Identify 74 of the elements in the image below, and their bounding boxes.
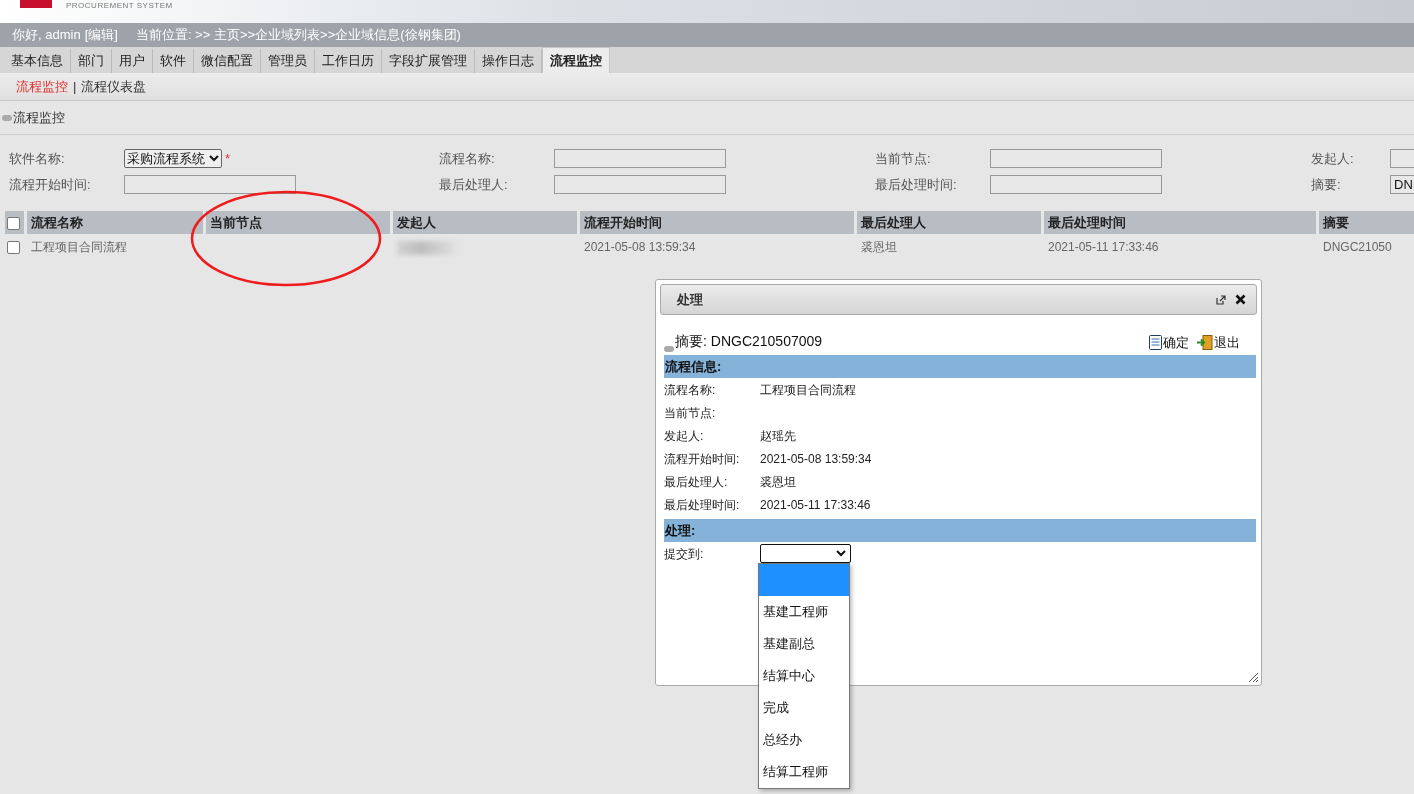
input-field[interactable]: DN bbox=[1390, 175, 1414, 194]
section-header: 处理: bbox=[664, 519, 1256, 542]
table-cell: DNGC21050 bbox=[1323, 240, 1392, 254]
section-header: 流程信息: bbox=[664, 355, 1256, 378]
table-cell: 裘恩坦 bbox=[861, 240, 897, 254]
field-label: 最后处理人: bbox=[664, 473, 729, 491]
field-value: 工程项目合同流程 bbox=[760, 381, 856, 399]
field-label: 摘要: bbox=[1311, 176, 1342, 194]
select-field[interactable] bbox=[760, 544, 851, 563]
column-header: 最后处理时间 bbox=[1048, 214, 1126, 230]
confirm-button[interactable]: 确定 bbox=[1149, 332, 1189, 352]
logo-icon bbox=[20, 0, 52, 8]
table-cell: 工程项目合同流程 bbox=[31, 240, 127, 254]
exit-button[interactable]: 退出 bbox=[1197, 332, 1240, 352]
field-label: 流程名称: bbox=[439, 150, 496, 168]
field-label: 流程名称: bbox=[664, 381, 717, 399]
field-label: 最后处理人: bbox=[439, 176, 509, 194]
app-subtitle: PROCUREMENT SYSTEM bbox=[66, 1, 173, 10]
column-header: 摘要 bbox=[1323, 214, 1349, 230]
field-label: 当前节点: bbox=[875, 150, 932, 168]
door-icon bbox=[1197, 334, 1213, 350]
external-link-icon[interactable] bbox=[1216, 294, 1226, 305]
column-header: 最后处理人 bbox=[861, 214, 926, 230]
greeting-text: 你好, admin bbox=[12, 26, 81, 45]
field-value: 赵瑶先 bbox=[760, 427, 796, 445]
separator-text: | bbox=[73, 77, 77, 96]
field-label: 最后处理时间: bbox=[664, 496, 741, 514]
breadcrumb-text: 当前位置: >> 主页>>企业域列表>>企业域信息(徐钢集团) bbox=[135, 26, 461, 45]
checkbox[interactable] bbox=[7, 241, 20, 255]
input-field[interactable] bbox=[124, 175, 296, 194]
column-header: 当前节点 bbox=[210, 214, 262, 230]
input-field[interactable] bbox=[990, 175, 1162, 194]
dropdown-option[interactable]: 完成 bbox=[759, 692, 849, 724]
resize-grip-icon[interactable] bbox=[1248, 672, 1259, 683]
input-field[interactable] bbox=[554, 175, 726, 194]
page-title: 流程监控 bbox=[13, 108, 65, 127]
input-field[interactable] bbox=[990, 149, 1162, 168]
eraser-icon bbox=[664, 346, 674, 352]
required-mark: * bbox=[225, 151, 231, 166]
field-label: 提交到: bbox=[664, 545, 705, 563]
chevron-down-icon bbox=[836, 550, 846, 557]
close-icon[interactable] bbox=[1235, 294, 1246, 305]
table-cell: 2021-05-08 13:59:34 bbox=[584, 240, 696, 254]
dropdown-option[interactable]: 基建工程师 bbox=[759, 596, 849, 628]
select-field[interactable]: 采购流程系统 bbox=[124, 149, 222, 169]
dropdown-option[interactable]: 总经办 bbox=[759, 724, 849, 756]
chevron-down-icon bbox=[209, 155, 219, 163]
column-header: 流程名称 bbox=[31, 214, 83, 230]
redacted-blur bbox=[397, 240, 457, 255]
dropdown-option[interactable]: 基建副总 bbox=[759, 628, 849, 660]
field-label: 发起人: bbox=[1311, 150, 1355, 168]
checkbox[interactable] bbox=[7, 216, 20, 230]
dialog-title: 处理 bbox=[677, 290, 703, 309]
field-label: 最后处理时间: bbox=[875, 176, 958, 194]
field-value: 2021-05-08 13:59:34 bbox=[760, 450, 872, 468]
field-label: 流程开始时间: bbox=[664, 450, 741, 468]
document-icon bbox=[1149, 334, 1162, 350]
subnav-link[interactable]: 流程监控 bbox=[16, 76, 68, 97]
dropdown-option[interactable]: 结算中心 bbox=[759, 660, 849, 692]
column-header: 发起人 bbox=[397, 214, 436, 230]
input-field[interactable] bbox=[554, 149, 726, 168]
field-value: 裘恩坦 bbox=[760, 473, 796, 491]
field-label: 流程开始时间: bbox=[9, 176, 92, 194]
field-label: 发起人: bbox=[664, 427, 705, 445]
field-label: 软件名称: bbox=[9, 150, 66, 168]
field-value: 2021-05-11 17:33:46 bbox=[760, 496, 871, 514]
eraser-icon bbox=[2, 114, 12, 121]
nav-tab[interactable]: 流程监控 bbox=[542, 47, 610, 73]
table-cell: 2021-05-11 17:33:46 bbox=[1048, 240, 1159, 254]
dropdown-option[interactable]: 结算工程师 bbox=[759, 756, 849, 788]
subnav-link[interactable]: 流程仪表盘 bbox=[81, 76, 147, 97]
field-label: 当前节点: bbox=[664, 404, 717, 422]
summary-text: 摘要: DNGC210507009 bbox=[675, 332, 823, 351]
column-header: 流程开始时间 bbox=[584, 214, 662, 230]
